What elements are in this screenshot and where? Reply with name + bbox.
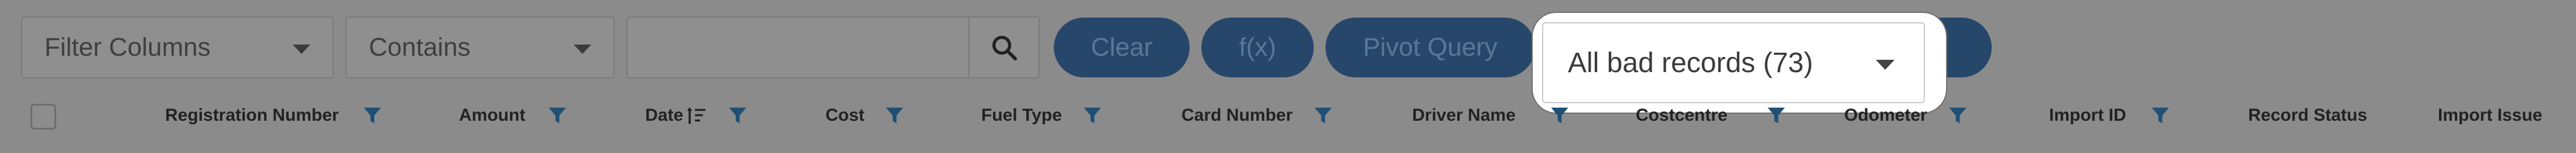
column-header-cost[interactable]: Cost — [825, 106, 865, 125]
column-header-import-id[interactable]: Import ID — [2049, 106, 2126, 125]
grid-header-row: Registration Number Amount Date Cost Fue… — [0, 94, 2576, 153]
pivot-query-button[interactable]: Pivot Query — [1325, 18, 1535, 77]
chevron-down-icon — [293, 45, 310, 54]
column-header-odometer[interactable]: Odometer — [1844, 106, 1927, 125]
operator-label: Contains — [369, 33, 471, 62]
chevron-down-icon — [574, 45, 591, 54]
clear-button-label: Clear — [1091, 33, 1153, 62]
column-header-registration-number[interactable]: Registration Number — [165, 106, 339, 125]
sort-desc-icon[interactable] — [686, 106, 707, 127]
clear-button[interactable]: Clear — [1054, 18, 1190, 77]
filter-icon[interactable] — [1314, 106, 1332, 125]
filter-icon[interactable] — [363, 106, 382, 125]
records-filter-label: All bad records (73) — [1568, 47, 1813, 79]
search-input[interactable] — [626, 16, 970, 79]
chevron-down-icon — [1876, 60, 1895, 70]
select-all-checkbox[interactable] — [30, 104, 56, 130]
toolbar: Filter Columns Contains Clear f(x) Pivot… — [0, 0, 2576, 88]
records-filter-select[interactable]: All bad records (73) — [1542, 22, 1925, 103]
search-icon — [992, 36, 1018, 61]
fx-button[interactable]: f(x) — [1201, 18, 1314, 77]
fx-button-label: f(x) — [1239, 33, 1276, 62]
filter-icon[interactable] — [1083, 106, 1102, 125]
filter-icon[interactable] — [885, 106, 904, 125]
filter-columns-select[interactable]: Filter Columns — [21, 16, 334, 79]
operator-select[interactable]: Contains — [345, 16, 615, 79]
column-header-driver-name[interactable]: Driver Name — [1412, 106, 1516, 125]
column-header-amount[interactable]: Amount — [459, 106, 525, 125]
column-header-card-number[interactable]: Card Number — [1181, 106, 1293, 125]
column-header-fuel-type[interactable]: Fuel Type — [981, 106, 1062, 125]
filter-icon[interactable] — [548, 106, 567, 125]
filter-columns-label: Filter Columns — [44, 33, 211, 62]
filter-icon[interactable] — [2151, 106, 2170, 125]
filter-icon[interactable] — [1550, 106, 1569, 125]
column-header-import-issue[interactable]: Import Issue — [2438, 106, 2542, 125]
filter-icon[interactable] — [1948, 106, 1967, 125]
filter-icon[interactable] — [1767, 106, 1786, 125]
column-header-record-status[interactable]: Record Status — [2248, 106, 2367, 125]
column-header-costcentre[interactable]: Costcentre — [1636, 106, 1728, 125]
pivot-query-button-label: Pivot Query — [1363, 33, 1498, 62]
search-button[interactable] — [970, 16, 1040, 79]
filter-icon[interactable] — [728, 106, 747, 125]
column-header-date[interactable]: Date — [645, 106, 683, 125]
